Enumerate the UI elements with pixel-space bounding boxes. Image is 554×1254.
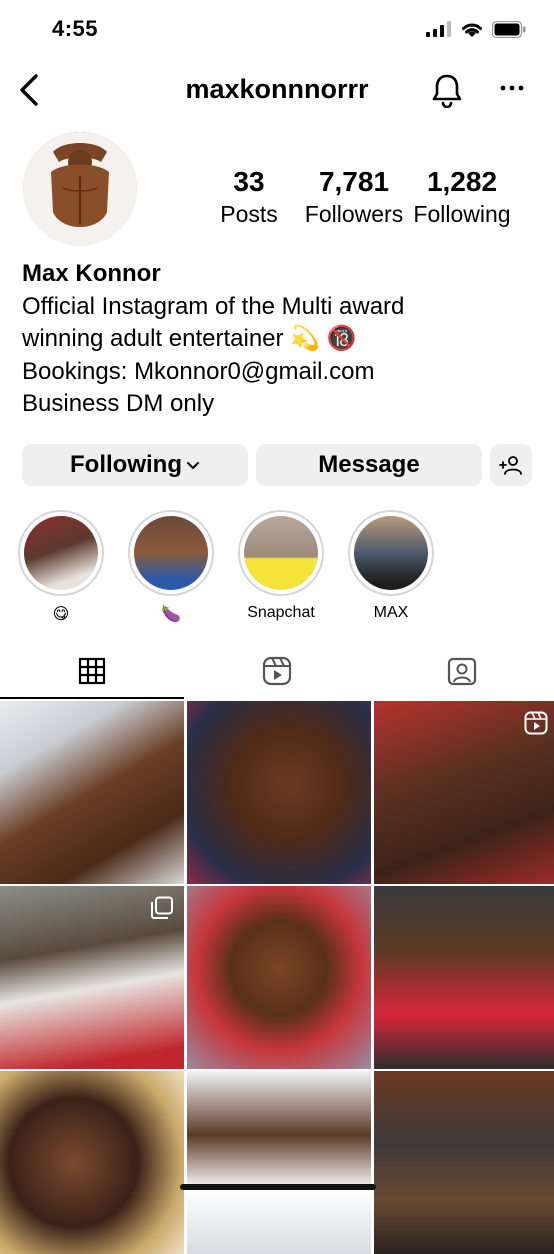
bio-line: Business DM only xyxy=(22,390,215,417)
post-thumbnail[interactable] xyxy=(374,886,554,1069)
bio-line: winning adult entertainer 💫 🔞 xyxy=(22,325,357,352)
stat-followers[interactable]: 7,781 Followers xyxy=(298,165,410,229)
chevron-down-icon xyxy=(186,462,199,469)
bell-icon[interactable] xyxy=(430,72,464,108)
add-person-icon xyxy=(499,456,522,475)
stat-posts-value: 33 xyxy=(233,166,265,197)
highlight-cover xyxy=(244,516,318,590)
active-tab-indicator xyxy=(0,697,184,699)
bio-line: Official Instagram of the Multi award xyxy=(22,292,405,320)
highlight-ring xyxy=(18,510,104,596)
post-thumbnail[interactable] xyxy=(187,701,371,884)
post-thumbnail[interactable] xyxy=(0,886,184,1069)
status-bar: 4:55 xyxy=(0,0,554,60)
highlight-label: 😋 xyxy=(52,606,70,623)
tab-posts-grid[interactable] xyxy=(0,645,184,697)
reels-icon xyxy=(262,656,292,686)
post-thumbnail[interactable] xyxy=(374,701,554,884)
profile-bio: Max Konnor Official Instagram of the Mul… xyxy=(22,258,532,421)
highlight-item[interactable]: MAX xyxy=(346,510,436,622)
tab-tagged[interactable] xyxy=(370,645,554,697)
status-time: 4:55 xyxy=(52,16,99,41)
avatar-photo xyxy=(23,132,137,246)
highlight-item[interactable]: 😋 xyxy=(16,510,106,624)
bio-line: Bookings: Mkonnor0@gmail.com xyxy=(22,357,375,385)
highlight-cover xyxy=(24,516,98,590)
stat-followers-value: 7,781 xyxy=(318,166,390,197)
stat-following[interactable]: 1,282 Following xyxy=(410,165,514,229)
highlight-ring xyxy=(348,510,434,596)
more-options-icon[interactable] xyxy=(496,76,528,100)
highlight-label: 🍆 xyxy=(161,606,181,623)
following-button[interactable]: Following xyxy=(22,444,248,486)
home-indicator[interactable] xyxy=(180,1184,376,1190)
wifi-icon xyxy=(462,23,482,37)
grid-icon xyxy=(78,657,106,685)
profile-avatar[interactable] xyxy=(23,132,137,246)
signal-icon xyxy=(426,21,451,37)
highlight-item[interactable]: 🍆 xyxy=(126,510,216,624)
message-button[interactable]: Message xyxy=(256,444,482,486)
profile-tabs xyxy=(0,645,554,699)
profile-display-name: Max Konnor xyxy=(22,260,161,287)
stat-following-value: 1,282 xyxy=(426,166,498,197)
highlight-cover xyxy=(354,516,428,590)
message-button-label: Message xyxy=(318,451,420,478)
post-thumbnail[interactable] xyxy=(0,1071,184,1254)
carousel-badge-icon xyxy=(151,896,173,919)
profile-header: maxkonnnorrr xyxy=(0,62,554,118)
highlight-label: MAX xyxy=(373,604,409,621)
stat-following-label: Following xyxy=(413,201,511,227)
story-highlights: 😋 🍆 Snapchat MAX xyxy=(0,510,554,625)
battery-icon xyxy=(492,20,526,38)
highlight-item[interactable]: Snapchat xyxy=(236,510,326,622)
stat-posts[interactable]: 33 Posts xyxy=(200,165,298,229)
post-thumbnail[interactable] xyxy=(374,1071,554,1254)
highlight-ring xyxy=(238,510,324,596)
post-thumbnail[interactable] xyxy=(187,886,371,1069)
profile-username: maxkonnnorrr xyxy=(185,74,369,104)
profile-stats: 33 Posts 7,781 Followers 1,282 Following xyxy=(200,165,530,229)
highlight-ring xyxy=(128,510,214,596)
highlight-cover xyxy=(134,516,208,590)
posts-grid xyxy=(0,701,554,1254)
tagged-person-icon xyxy=(447,657,477,686)
post-thumbnail[interactable] xyxy=(0,701,184,884)
stat-followers-label: Followers xyxy=(304,201,404,227)
stat-posts-label: Posts xyxy=(220,201,278,227)
reel-badge-icon xyxy=(524,711,548,735)
tab-reels[interactable] xyxy=(185,645,369,697)
post-thumbnail[interactable] xyxy=(187,1071,371,1254)
following-button-label: Following xyxy=(70,451,182,478)
highlight-label: Snapchat xyxy=(247,604,315,621)
suggested-users-button[interactable] xyxy=(490,444,532,486)
status-icons xyxy=(426,20,526,38)
